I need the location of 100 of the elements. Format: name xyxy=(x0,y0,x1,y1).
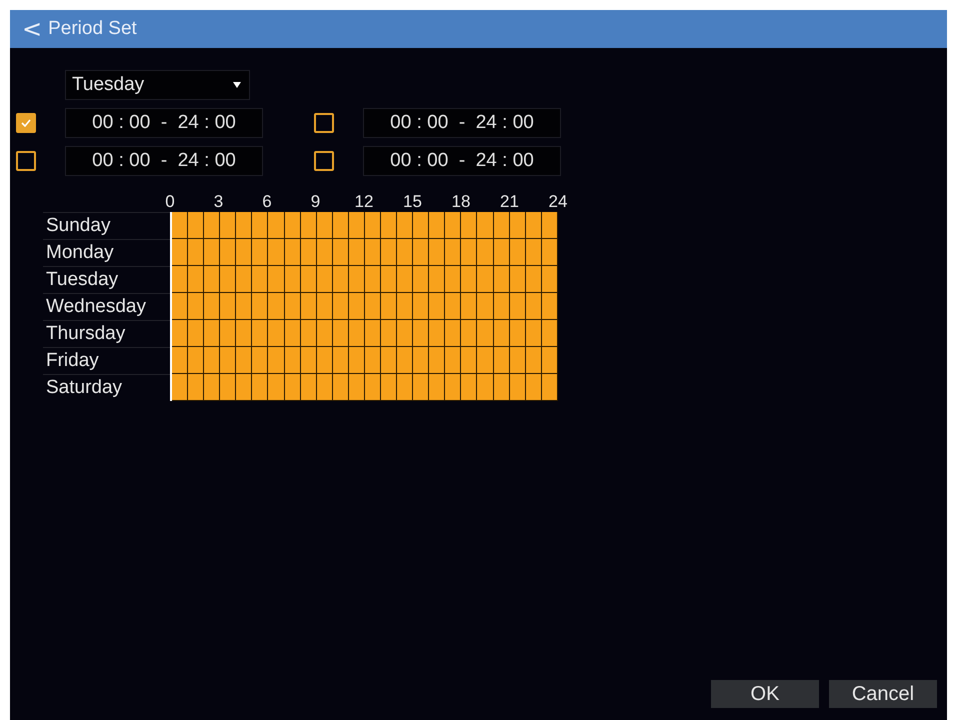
schedule-cell[interactable] xyxy=(220,347,236,374)
schedule-cell[interactable] xyxy=(494,266,510,293)
time-range-field[interactable]: 00 : 00 - 24 : 00 xyxy=(65,108,263,138)
schedule-cell[interactable] xyxy=(220,212,236,239)
schedule-cell[interactable] xyxy=(172,374,188,401)
schedule-cell[interactable] xyxy=(413,266,430,293)
schedule-cell[interactable] xyxy=(268,293,285,320)
schedule-cell[interactable] xyxy=(413,212,430,239)
schedule-cell[interactable] xyxy=(477,212,494,239)
schedule-cell[interactable] xyxy=(348,374,365,401)
schedule-cell[interactable] xyxy=(445,293,462,320)
schedule-cell[interactable] xyxy=(413,374,430,401)
schedule-cell[interactable] xyxy=(332,293,349,320)
schedule-cell[interactable] xyxy=(510,293,526,320)
schedule-cell[interactable] xyxy=(397,347,414,374)
time-range-field[interactable]: 00 : 00 - 24 : 00 xyxy=(363,146,561,176)
schedule-cell[interactable] xyxy=(461,320,478,347)
schedule-cell[interactable] xyxy=(236,293,252,320)
schedule-cell[interactable] xyxy=(204,320,220,347)
schedule-cell[interactable] xyxy=(413,293,430,320)
schedule-cell[interactable] xyxy=(445,320,462,347)
schedule-cell[interactable] xyxy=(300,374,317,401)
schedule-cell[interactable] xyxy=(204,239,220,266)
schedule-cell[interactable] xyxy=(381,347,398,374)
schedule-cell[interactable] xyxy=(510,212,526,239)
schedule-cell[interactable] xyxy=(332,320,349,347)
schedule-cell[interactable] xyxy=(461,239,478,266)
schedule-cell[interactable] xyxy=(268,212,285,239)
schedule-cell[interactable] xyxy=(316,293,333,320)
schedule-cell[interactable] xyxy=(429,320,446,347)
schedule-cell[interactable] xyxy=(236,212,252,239)
schedule-cell[interactable] xyxy=(477,347,494,374)
schedule-cell[interactable] xyxy=(252,266,268,293)
schedule-cell[interactable] xyxy=(526,374,542,401)
schedule-cell[interactable] xyxy=(494,212,510,239)
schedule-cell[interactable] xyxy=(300,212,317,239)
schedule-cell[interactable] xyxy=(252,347,268,374)
period-checkbox[interactable] xyxy=(16,151,36,171)
schedule-cell[interactable] xyxy=(381,212,398,239)
schedule-cell[interactable] xyxy=(220,293,236,320)
schedule-cell[interactable] xyxy=(542,239,558,266)
schedule-cell[interactable] xyxy=(364,320,382,347)
schedule-cell[interactable] xyxy=(204,266,220,293)
schedule-cell[interactable] xyxy=(316,266,333,293)
schedule-cell[interactable] xyxy=(510,239,526,266)
schedule-cell[interactable] xyxy=(461,374,478,401)
schedule-cell[interactable] xyxy=(494,374,510,401)
schedule-cell[interactable] xyxy=(397,239,414,266)
schedule-cell[interactable] xyxy=(268,347,285,374)
schedule-cell[interactable] xyxy=(252,212,268,239)
schedule-cell[interactable] xyxy=(494,320,510,347)
schedule-cell[interactable] xyxy=(364,212,382,239)
schedule-cell[interactable] xyxy=(526,212,542,239)
schedule-cell[interactable] xyxy=(268,374,285,401)
schedule-cell[interactable] xyxy=(526,266,542,293)
schedule-cell[interactable] xyxy=(300,347,317,374)
schedule-cell[interactable] xyxy=(188,347,204,374)
schedule-cell[interactable] xyxy=(332,374,349,401)
schedule-cell[interactable] xyxy=(477,239,494,266)
schedule-cell[interactable] xyxy=(300,239,317,266)
schedule-cell[interactable] xyxy=(542,347,558,374)
schedule-cell[interactable] xyxy=(477,293,494,320)
schedule-cell[interactable] xyxy=(236,239,252,266)
schedule-cell[interactable] xyxy=(381,320,398,347)
schedule-cell[interactable] xyxy=(510,320,526,347)
schedule-cell[interactable] xyxy=(477,266,494,293)
period-checkbox[interactable] xyxy=(16,113,36,133)
schedule-cell[interactable] xyxy=(381,239,398,266)
schedule-cell[interactable] xyxy=(397,266,414,293)
schedule-cell[interactable] xyxy=(204,374,220,401)
schedule-cell[interactable] xyxy=(316,374,333,401)
schedule-cell[interactable] xyxy=(172,347,188,374)
schedule-cell[interactable] xyxy=(348,347,365,374)
schedule-cell[interactable] xyxy=(510,374,526,401)
schedule-cell[interactable] xyxy=(429,239,446,266)
period-checkbox[interactable] xyxy=(314,151,334,171)
schedule-cell[interactable] xyxy=(204,347,220,374)
schedule-cell[interactable] xyxy=(172,266,188,293)
schedule-cell[interactable] xyxy=(397,293,414,320)
day-dropdown[interactable]: Tuesday xyxy=(65,70,250,100)
schedule-cell[interactable] xyxy=(381,266,398,293)
schedule-cell[interactable] xyxy=(429,347,446,374)
schedule-cell[interactable] xyxy=(429,293,446,320)
schedule-cell[interactable] xyxy=(300,293,317,320)
schedule-cell[interactable] xyxy=(220,320,236,347)
schedule-cell[interactable] xyxy=(413,347,430,374)
schedule-cell[interactable] xyxy=(236,374,252,401)
schedule-cell[interactable] xyxy=(413,320,430,347)
schedule-cell[interactable] xyxy=(332,212,349,239)
schedule-cell[interactable] xyxy=(364,347,382,374)
time-range-field[interactable]: 00 : 00 - 24 : 00 xyxy=(65,146,263,176)
time-range-field[interactable]: 00 : 00 - 24 : 00 xyxy=(363,108,561,138)
schedule-cell[interactable] xyxy=(188,212,204,239)
schedule-cell[interactable] xyxy=(526,347,542,374)
schedule-cell[interactable] xyxy=(445,212,462,239)
schedule-cell[interactable] xyxy=(381,374,398,401)
schedule-cell[interactable] xyxy=(542,266,558,293)
schedule-cell[interactable] xyxy=(542,374,558,401)
schedule-cell[interactable] xyxy=(284,320,301,347)
schedule-cell[interactable] xyxy=(461,293,478,320)
